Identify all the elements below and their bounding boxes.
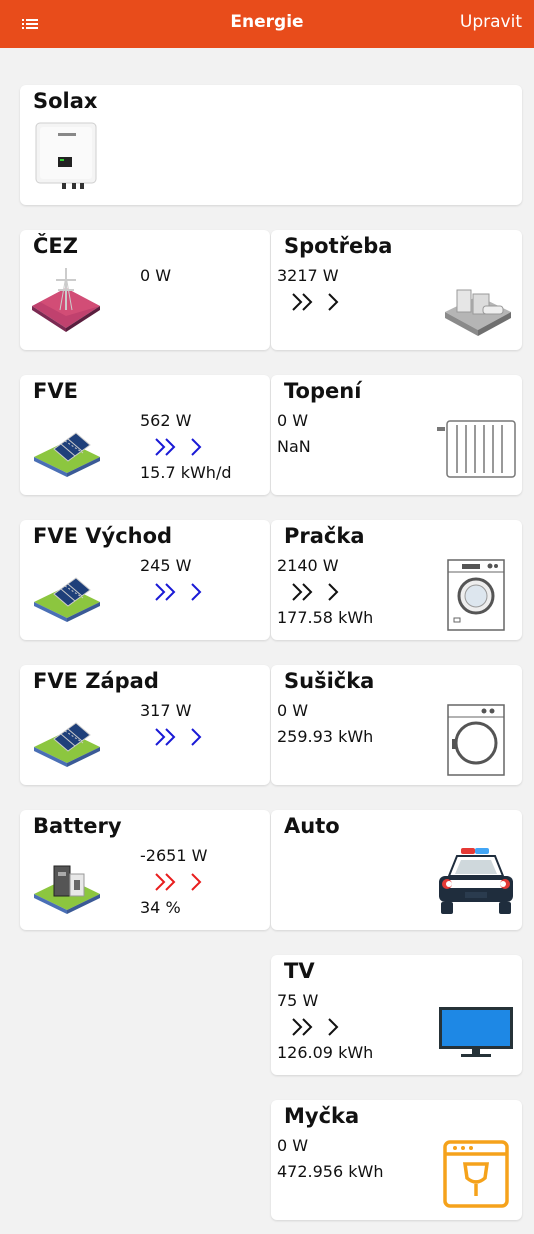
power-value: 317 W bbox=[140, 701, 192, 720]
daily-energy-value: 15.7 kWh/d bbox=[140, 463, 232, 482]
dryer-icon bbox=[447, 704, 505, 776]
state-of-charge-value: 34 % bbox=[140, 898, 181, 917]
energy-value: 177.58 kWh bbox=[277, 608, 374, 627]
inverter-icon bbox=[35, 122, 97, 189]
source-card-fve-vychod[interactable]: FVE Východ 245 W bbox=[20, 520, 270, 640]
power-value: 0 W bbox=[277, 1136, 309, 1155]
dishwasher-icon bbox=[443, 1140, 509, 1208]
power-value: 2140 W bbox=[277, 556, 339, 575]
car-icon bbox=[439, 848, 513, 914]
source-card-battery[interactable]: Battery -2651 W 34 % bbox=[20, 810, 270, 930]
card-title: Myčka bbox=[284, 1104, 360, 1128]
washing-machine-icon bbox=[447, 559, 505, 631]
energy-value: 259.93 kWh bbox=[277, 727, 374, 746]
card-title: FVE Západ bbox=[33, 669, 159, 693]
power-value: 0 W bbox=[277, 701, 309, 720]
tv-icon bbox=[439, 1007, 513, 1057]
solar-panel-icon bbox=[34, 432, 100, 477]
card-title: Spotřeba bbox=[284, 234, 393, 258]
consumer-card-susicka[interactable]: Sušička 0 W 259.93 kWh bbox=[271, 665, 522, 785]
flow-arrows-icon bbox=[292, 293, 339, 311]
flow-arrows-icon bbox=[155, 438, 202, 456]
energy-value: NaN bbox=[277, 437, 311, 456]
card-title: FVE bbox=[33, 379, 78, 403]
page-title: Energie bbox=[230, 12, 304, 32]
solar-panel-icon bbox=[34, 577, 100, 622]
flow-arrows-icon bbox=[292, 1018, 339, 1036]
card-title: Auto bbox=[284, 814, 340, 838]
inverter-card[interactable]: Solax bbox=[20, 85, 522, 205]
power-value: 0 W bbox=[277, 411, 309, 430]
flow-arrows-icon bbox=[155, 583, 202, 601]
card-title: Sušička bbox=[284, 669, 375, 693]
consumer-card-mycka[interactable]: Myčka 0 W 472.956 kWh bbox=[271, 1100, 522, 1220]
power-value: 0 W bbox=[140, 266, 172, 285]
consumer-card-topeni[interactable]: Topení 0 W NaN bbox=[271, 375, 522, 495]
house-icon bbox=[445, 289, 511, 336]
solar-panel-icon bbox=[34, 722, 100, 767]
flow-arrows-icon bbox=[292, 583, 339, 601]
app-header: Energie Upravit bbox=[0, 0, 534, 48]
card-title: ČEZ bbox=[33, 234, 78, 258]
card-title: Pračka bbox=[284, 524, 365, 548]
card-title: Solax bbox=[33, 89, 98, 113]
card-title: Topení bbox=[284, 379, 362, 403]
radiator-icon bbox=[437, 420, 516, 478]
flow-arrows-icon bbox=[155, 728, 202, 746]
power-value: 245 W bbox=[140, 556, 192, 575]
power-value: -2651 W bbox=[140, 846, 208, 865]
power-value: 562 W bbox=[140, 411, 192, 430]
battery-icon bbox=[34, 865, 100, 914]
energy-value: 126.09 kWh bbox=[277, 1043, 374, 1062]
consumer-card-tv[interactable]: TV 75 W 126.09 kWh bbox=[271, 955, 522, 1075]
energy-value: 472.956 kWh bbox=[277, 1162, 384, 1181]
source-card-fve-zapad[interactable]: FVE Západ 317 W bbox=[20, 665, 270, 785]
card-title: TV bbox=[284, 959, 315, 983]
flow-arrows-icon bbox=[155, 873, 202, 891]
grid-icon bbox=[32, 268, 100, 332]
consumer-card-auto[interactable]: Auto bbox=[271, 810, 522, 930]
consumer-card-spotreba[interactable]: Spotřeba 3217 W bbox=[271, 230, 522, 350]
power-value: 3217 W bbox=[277, 266, 339, 285]
power-value: 75 W bbox=[277, 991, 319, 1010]
consumer-card-pracka[interactable]: Pračka 2140 W 177.58 kWh bbox=[271, 520, 522, 640]
source-card-fve[interactable]: FVE 562 W 15.7 kWh/d bbox=[20, 375, 270, 495]
card-title: FVE Východ bbox=[33, 524, 173, 548]
card-title: Battery bbox=[33, 814, 122, 838]
source-card-cez[interactable]: ČEZ 0 W bbox=[20, 230, 270, 350]
edit-button[interactable]: Upravit bbox=[460, 12, 522, 32]
